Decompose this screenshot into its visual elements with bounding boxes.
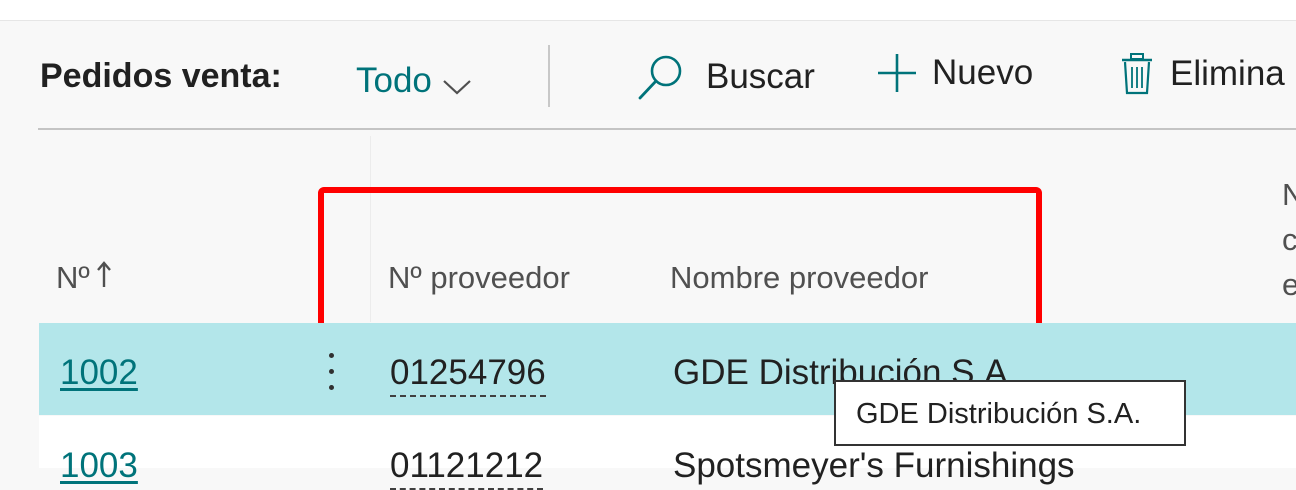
chevron-down-icon xyxy=(442,65,472,105)
search-button[interactable]: Buscar xyxy=(636,52,815,102)
delete-button-label: Elimina xyxy=(1170,54,1285,93)
delete-button[interactable]: Elimina xyxy=(1120,52,1285,96)
next-col-partial-line2: c xyxy=(1282,222,1296,257)
new-button-label: Nuevo xyxy=(932,53,1034,92)
tooltip: GDE Distribución S.A. xyxy=(834,380,1186,446)
more-options-icon[interactable] xyxy=(329,353,335,391)
trash-icon xyxy=(1120,52,1154,96)
vendor-no-cell[interactable]: 01254796 xyxy=(390,353,546,397)
top-band xyxy=(0,0,1296,20)
vendor-no-cell[interactable]: 01121212 xyxy=(390,446,544,490)
next-col-partial-line1: N xyxy=(1282,177,1296,212)
toolbar-underline xyxy=(38,128,1296,130)
search-icon xyxy=(636,52,686,102)
next-col-partial-line3: e xyxy=(1282,267,1296,302)
top-band-divider xyxy=(0,20,1296,21)
column-header-next-partial[interactable]: N c e xyxy=(1282,172,1296,307)
page-title: Pedidos venta: xyxy=(40,57,282,95)
toolbar-divider xyxy=(548,45,550,107)
search-button-label: Buscar xyxy=(706,57,815,96)
column-header-no[interactable]: Nº xyxy=(56,260,112,296)
annotation-highlight-box xyxy=(318,187,1042,329)
view-filter-label: Todo xyxy=(356,61,432,100)
order-no-link[interactable]: 1003 xyxy=(60,446,138,486)
sort-ascending-icon xyxy=(96,260,112,296)
new-button[interactable]: Nuevo xyxy=(876,52,1033,94)
view-filter-dropdown[interactable]: Todo xyxy=(356,57,472,105)
plus-icon xyxy=(876,52,918,94)
vendor-name-cell: Spotsmeyer's Furnishings xyxy=(673,446,1075,485)
column-header-no-label: Nº xyxy=(56,260,90,295)
order-no-link[interactable]: 1002 xyxy=(60,353,138,393)
